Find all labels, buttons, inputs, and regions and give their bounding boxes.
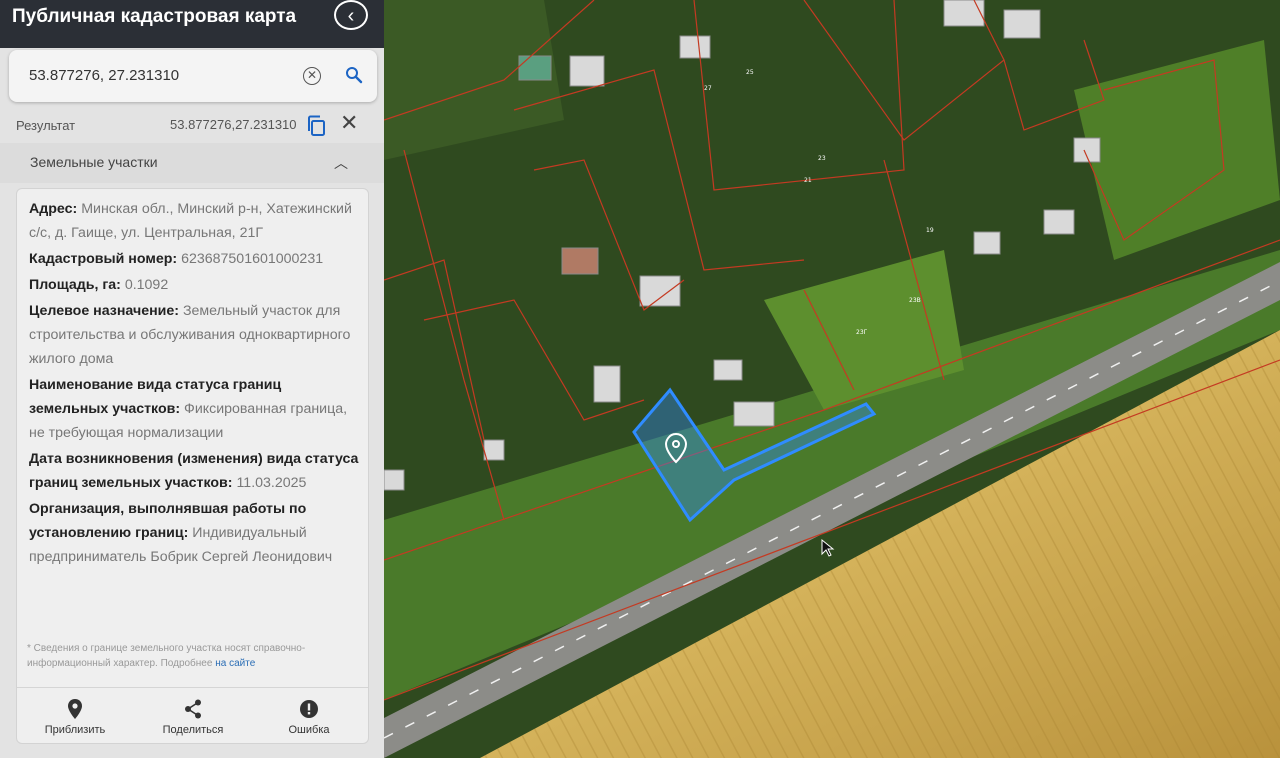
cadastral-map[interactable]: 25 23 21 19 23B 23Г 27 xyxy=(384,0,1280,758)
error-label: Ошибка xyxy=(288,724,330,736)
cadastral-field: Кадастровый номер: 623687501601000231 xyxy=(29,247,359,271)
map-canvas[interactable]: 25 23 21 19 23B 23Г 27 xyxy=(384,0,1280,758)
svg-text:23: 23 xyxy=(818,155,826,162)
cadastral-label: Кадастровый номер: xyxy=(29,251,178,267)
result-row: Результат 53.877276,27.231310 ✕ xyxy=(0,110,384,140)
area-value: 0.1092 xyxy=(124,277,169,293)
action-bar: Приблизить Поделиться Ошибка xyxy=(17,695,368,741)
svg-text:25: 25 xyxy=(746,69,754,76)
parcel-info: Адрес: Минская обл., Минский р-н, Хатежи… xyxy=(29,197,359,571)
search-box[interactable]: 53.877276, 27.231310 ✕ xyxy=(9,50,377,102)
chevron-up-icon[interactable]: ︿ xyxy=(334,153,348,173)
disclaimer-note: * Сведения о границе земельного участка … xyxy=(27,641,357,671)
svg-text:23B: 23B xyxy=(909,297,921,304)
close-icon[interactable]: ✕ xyxy=(340,112,358,134)
purpose-label: Целевое назначение: xyxy=(29,303,180,319)
purpose-field: Целевое назначение: Земельный участок дл… xyxy=(29,299,359,371)
divider xyxy=(17,687,368,688)
svg-text:27: 27 xyxy=(704,85,712,92)
info-panel: Публичная кадастровая карта ‹ 53.877276,… xyxy=(0,0,384,758)
address-value: Минская обл., Минский р-н, Хатежинский с… xyxy=(29,201,352,241)
zoom-to-label: Приблизить xyxy=(44,724,106,736)
result-label: Результат xyxy=(16,118,76,133)
svg-text:19: 19 xyxy=(926,227,934,234)
chevron-left-icon[interactable]: ‹ xyxy=(334,0,368,30)
status-date-label: Дата возникновения (изменения) вида стат… xyxy=(29,451,359,491)
details-link[interactable]: на сайте xyxy=(215,658,255,669)
svg-text:23Г: 23Г xyxy=(856,329,868,336)
share-icon xyxy=(185,699,201,719)
result-coords: 53.877276,27.231310 xyxy=(170,117,297,132)
zoom-to-button[interactable]: Приблизить xyxy=(20,695,130,736)
clear-circle-icon[interactable]: ✕ xyxy=(303,67,321,85)
address-label: Адрес: xyxy=(29,201,78,217)
share-button[interactable]: Поделиться xyxy=(138,695,248,736)
parcel-card: Адрес: Минская обл., Минский р-н, Хатежи… xyxy=(16,188,369,744)
status-date-value: 11.03.2025 xyxy=(236,475,307,491)
report-error-button[interactable]: Ошибка xyxy=(254,695,364,736)
organization-field: Организация, выполнявшая работы по устан… xyxy=(29,497,359,569)
location-pin-icon xyxy=(68,699,82,719)
address-field: Адрес: Минская обл., Минский р-н, Хатежи… xyxy=(29,197,359,245)
search-icon[interactable] xyxy=(345,66,363,84)
share-label: Поделиться xyxy=(162,724,224,736)
area-label: Площадь, га: xyxy=(29,277,121,293)
disclaimer-text: * Сведения о границе земельного участка … xyxy=(27,643,306,669)
section-title: Земельные участки xyxy=(30,154,158,170)
app-title: Публичная кадастровая карта xyxy=(12,6,297,27)
area-field: Площадь, га: 0.1092 xyxy=(29,273,359,297)
svg-text:21: 21 xyxy=(804,177,812,184)
section-header-land-plots[interactable]: Земельные участки ︿ xyxy=(0,143,384,183)
status-date-field: Дата возникновения (изменения) вида стат… xyxy=(29,447,359,495)
boundary-status-field: Наименование вида статуса границ земельн… xyxy=(29,373,359,445)
copy-icon[interactable] xyxy=(306,115,326,137)
error-icon xyxy=(300,700,318,718)
app-header: Публичная кадастровая карта ‹ xyxy=(0,0,384,48)
search-input[interactable]: 53.877276, 27.231310 xyxy=(29,67,179,84)
cadastral-value: 623687501601000231 xyxy=(181,251,324,267)
